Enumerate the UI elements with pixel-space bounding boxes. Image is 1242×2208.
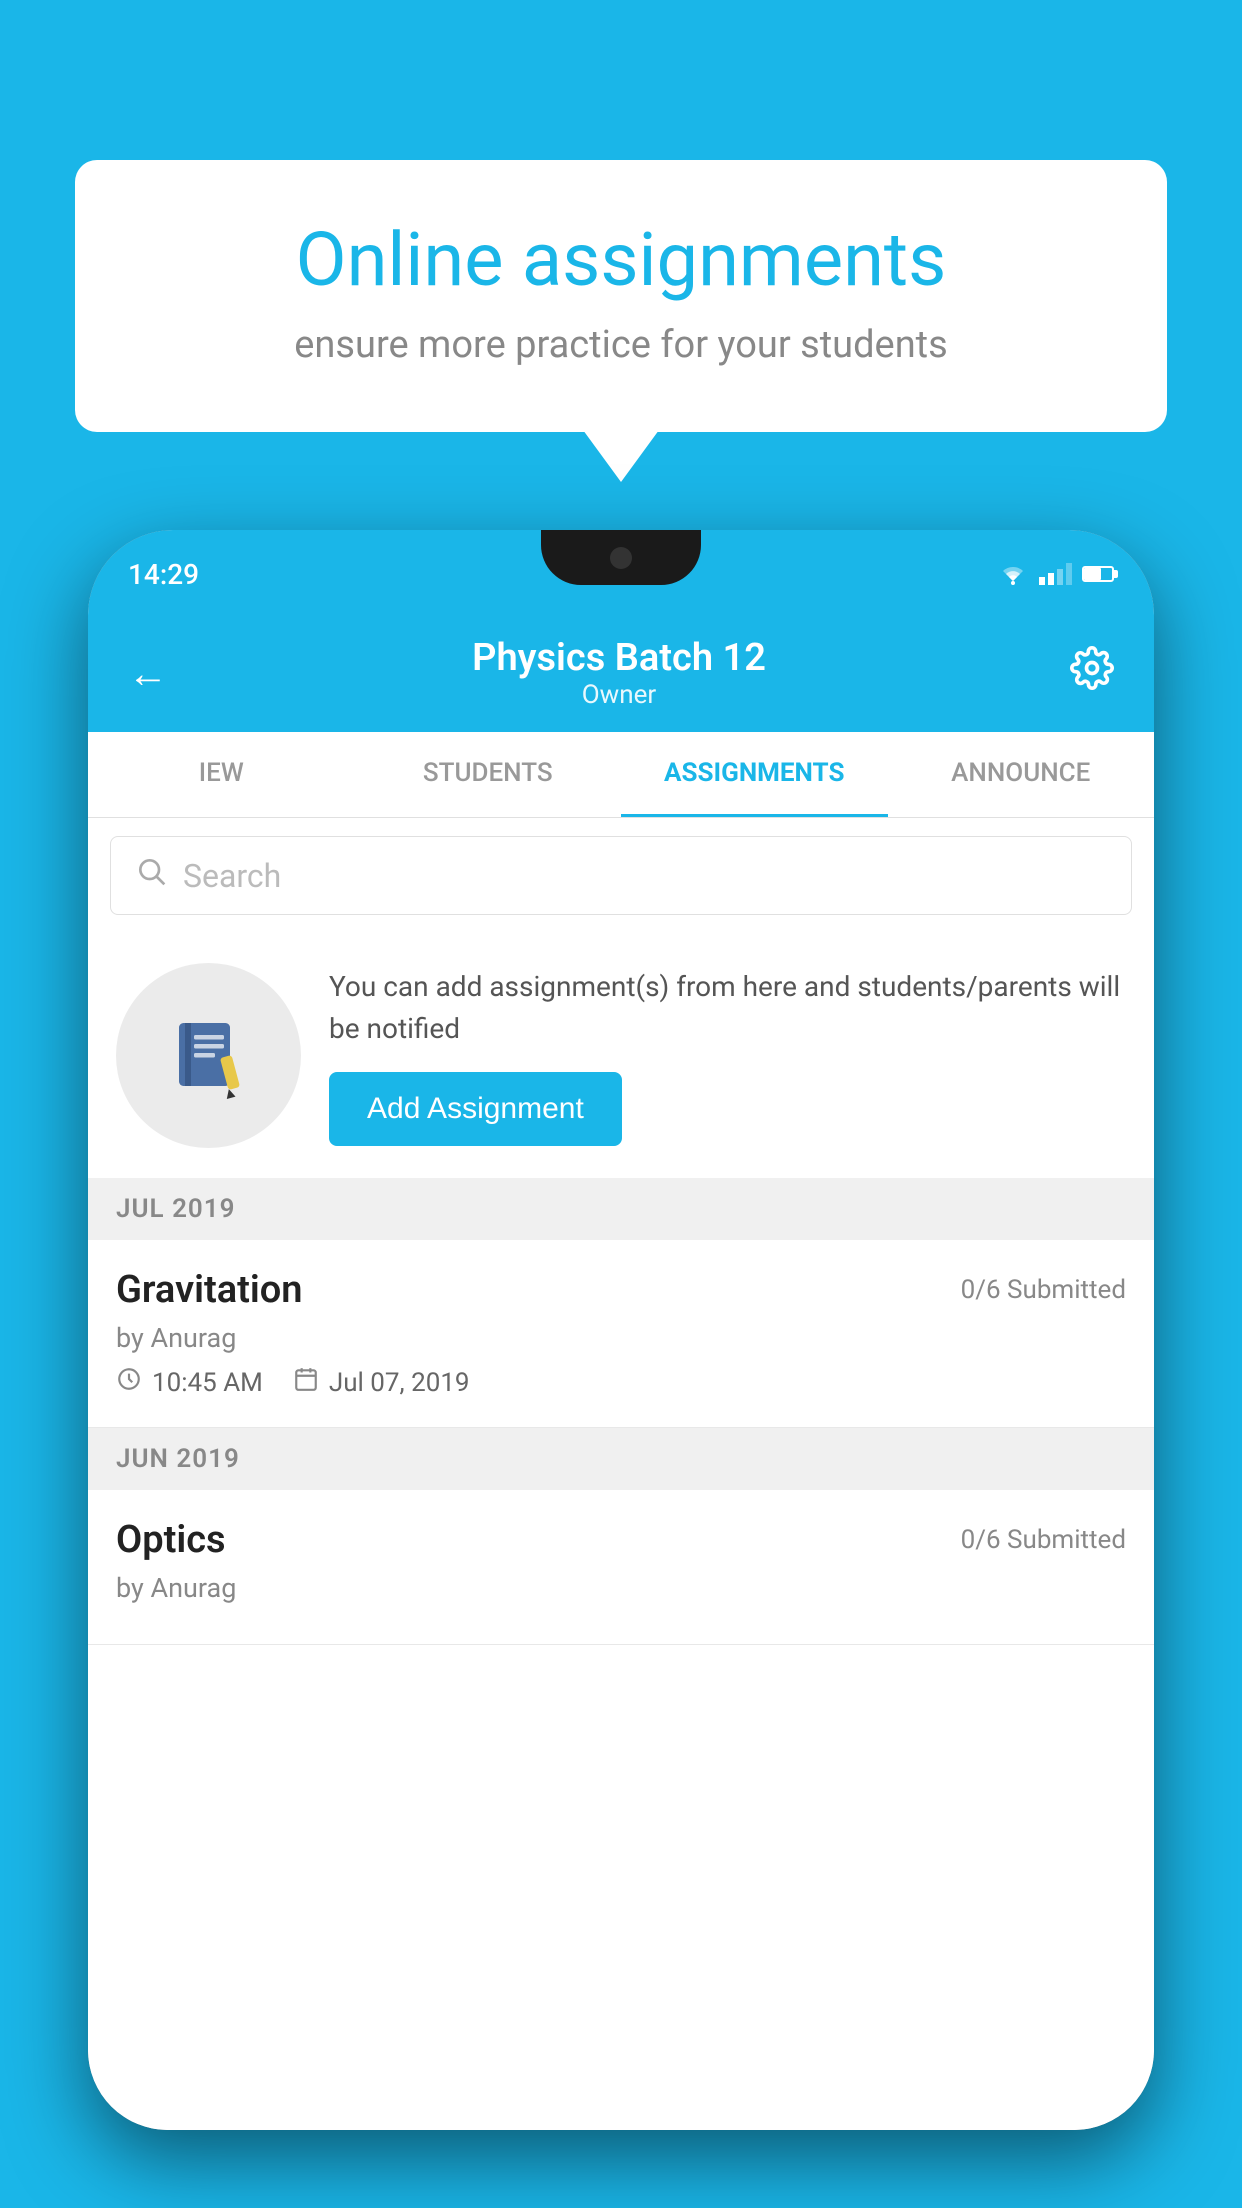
meta-date: Jul 07, 2019 — [293, 1366, 470, 1399]
search-icon — [135, 855, 167, 896]
add-assignment-button[interactable]: Add Assignment — [329, 1072, 622, 1146]
tabs-bar: IEW STUDENTS ASSIGNMENTS ANNOUNCE — [88, 732, 1154, 818]
tooltip-title: Online assignments — [145, 220, 1097, 301]
search-bar[interactable]: Search — [110, 836, 1132, 915]
assignment-date: Jul 07, 2019 — [329, 1368, 470, 1398]
phone-screen: Search — [88, 818, 1154, 2130]
phone-container: 14:29 — [88, 530, 1154, 2208]
assignment-submitted: 0/6 Submitted — [961, 1275, 1126, 1305]
notch — [541, 530, 701, 585]
section-jun-2019: JUN 2019 — [88, 1428, 1154, 1490]
assignment-item-optics[interactable]: Optics 0/6 Submitted by Anurag — [88, 1490, 1154, 1645]
assignment-author-optics: by Anurag — [116, 1572, 1126, 1604]
promo-content: You can add assignment(s) from here and … — [329, 966, 1126, 1146]
assignment-author: by Anurag — [116, 1322, 1126, 1354]
status-bar: 14:29 — [88, 530, 1154, 618]
assignment-title-optics: Optics — [116, 1518, 226, 1562]
tab-announcements[interactable]: ANNOUNCE — [888, 732, 1155, 817]
camera — [610, 547, 632, 569]
promo-section: You can add assignment(s) from here and … — [88, 933, 1154, 1178]
tooltip-subtitle: ensure more practice for your students — [145, 323, 1097, 367]
assignment-row-top: Gravitation 0/6 Submitted — [116, 1268, 1126, 1312]
signal-icon — [1039, 563, 1072, 585]
notebook-icon — [164, 1011, 254, 1101]
section-jul-2019: JUL 2019 — [88, 1178, 1154, 1240]
calendar-icon — [293, 1366, 319, 1399]
assignment-submitted-optics: 0/6 Submitted — [961, 1525, 1126, 1555]
tab-students[interactable]: STUDENTS — [355, 732, 622, 817]
status-time: 14:29 — [128, 558, 199, 591]
clock-icon — [116, 1366, 142, 1399]
phone-frame: 14:29 — [88, 530, 1154, 2130]
status-icons — [997, 563, 1114, 585]
promo-description: You can add assignment(s) from here and … — [329, 966, 1126, 1050]
gear-icon — [1070, 646, 1114, 690]
battery-icon — [1082, 566, 1114, 582]
meta-time: 10:45 AM — [116, 1366, 263, 1399]
search-bar-container: Search — [88, 818, 1154, 933]
assignment-row-top-optics: Optics 0/6 Submitted — [116, 1518, 1126, 1562]
tab-iew[interactable]: IEW — [88, 732, 355, 817]
assignment-title: Gravitation — [116, 1268, 303, 1312]
back-button[interactable]: ← — [128, 650, 168, 697]
header-title: Physics Batch 12 — [472, 636, 766, 680]
header-subtitle: Owner — [472, 680, 766, 710]
assignment-time: 10:45 AM — [152, 1368, 263, 1398]
assignment-meta: 10:45 AM Jul 07, 201 — [116, 1366, 1126, 1399]
search-placeholder: Search — [183, 857, 281, 895]
header-center: Physics Batch 12 Owner — [472, 636, 766, 710]
tooltip-card: Online assignments ensure more practice … — [75, 160, 1167, 432]
assignment-item-gravitation[interactable]: Gravitation 0/6 Submitted by Anurag — [88, 1240, 1154, 1428]
tab-assignments[interactable]: ASSIGNMENTS — [621, 732, 888, 817]
settings-button[interactable] — [1070, 646, 1114, 700]
app-header: ← Physics Batch 12 Owner — [88, 618, 1154, 732]
promo-icon-circle — [116, 963, 301, 1148]
wifi-icon — [997, 563, 1029, 585]
